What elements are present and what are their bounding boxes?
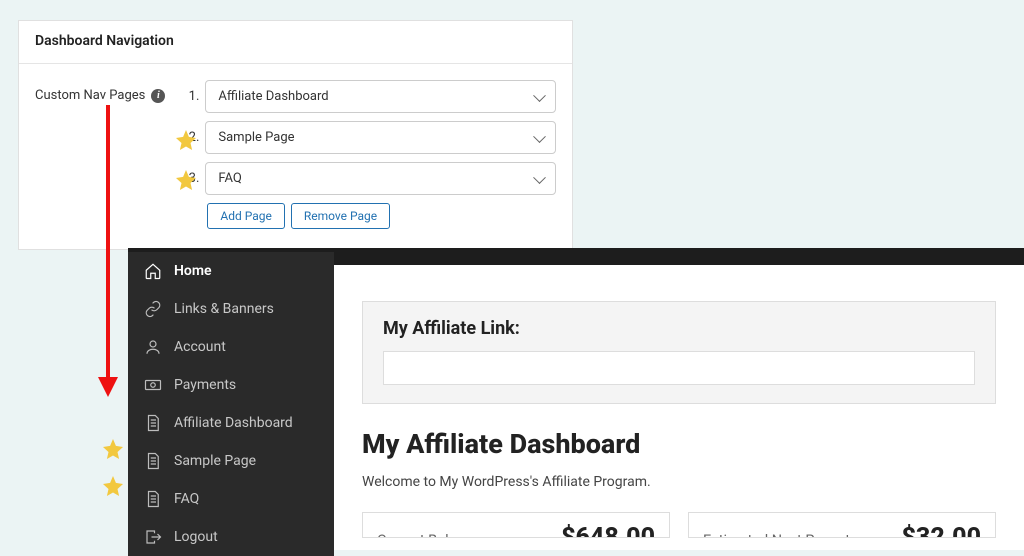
nav-row-3: 3. FAQ xyxy=(185,162,556,195)
sidebar-item-sample-page[interactable]: Sample Page xyxy=(128,442,334,480)
sidebar-item-links[interactable]: Links & Banners xyxy=(128,290,334,328)
panel-title: Dashboard Navigation xyxy=(19,21,572,64)
affiliate-link-input[interactable] xyxy=(383,351,975,385)
page-title: My Affiliate Dashboard xyxy=(362,428,996,460)
stat-row: Current Balance $648.00 Estimated Next P… xyxy=(362,512,996,538)
sidebar-item-label: Account xyxy=(174,339,226,355)
remove-page-button[interactable]: Remove Page xyxy=(291,203,390,229)
sidebar-item-payments[interactable]: Payments xyxy=(128,366,334,404)
field-label: Custom Nav Pages i xyxy=(35,80,165,103)
star-icon xyxy=(101,437,125,461)
nav-row-2: 2. Sample Page xyxy=(185,121,556,154)
sidebar-item-label: Home xyxy=(174,263,212,279)
sidebar-item-label: Logout xyxy=(174,529,218,545)
sidebar: Home Links & Banners Account Payments Af… xyxy=(128,252,334,556)
sidebar-item-label: Payments xyxy=(174,377,236,393)
info-icon[interactable]: i xyxy=(151,89,165,103)
home-icon xyxy=(144,262,162,280)
user-icon xyxy=(144,338,162,356)
row-btns: Add Page Remove Page xyxy=(207,203,556,229)
logout-icon xyxy=(144,528,162,546)
page-icon xyxy=(144,414,162,432)
add-page-button[interactable]: Add Page xyxy=(207,203,284,229)
arrow-icon xyxy=(98,105,128,400)
stat-next-payout: Estimated Next Payout $32.00 xyxy=(688,512,996,538)
sidebar-item-label: Links & Banners xyxy=(174,301,274,317)
link-icon xyxy=(144,300,162,318)
nav-row-1: 1. Affiliate Dashboard xyxy=(185,80,556,113)
star-icon xyxy=(174,168,198,192)
affiliate-link-card: My Affiliate Link: xyxy=(362,301,996,404)
sidebar-item-label: Affiliate Dashboard xyxy=(174,415,293,431)
card-title: My Affiliate Link: xyxy=(383,318,975,339)
page-icon xyxy=(144,452,162,470)
sidebar-item-label: FAQ xyxy=(174,491,199,507)
welcome-text: Welcome to My WordPress's Affiliate Prog… xyxy=(362,474,996,490)
page-icon xyxy=(144,490,162,508)
nav-select-2[interactable]: Sample Page xyxy=(205,121,556,154)
nav-select-3[interactable]: FAQ xyxy=(205,162,556,195)
sidebar-item-account[interactable]: Account xyxy=(128,328,334,366)
content: My Affiliate Link: My Affiliate Dashboar… xyxy=(334,265,1024,550)
sidebar-item-label: Sample Page xyxy=(174,453,256,469)
stat-current-balance: Current Balance $648.00 xyxy=(362,512,670,538)
nav-select-1[interactable]: Affiliate Dashboard xyxy=(205,80,556,113)
nav-rows: 1. Affiliate Dashboard 2. Sample Page 3.… xyxy=(185,80,556,229)
sidebar-item-home[interactable]: Home xyxy=(128,252,334,290)
star-icon xyxy=(101,474,125,498)
money-icon xyxy=(144,376,162,394)
star-icon xyxy=(174,128,198,152)
sidebar-item-affiliate-dashboard[interactable]: Affiliate Dashboard xyxy=(128,404,334,442)
sidebar-item-logout[interactable]: Logout xyxy=(128,518,334,556)
sidebar-item-faq[interactable]: FAQ xyxy=(128,480,334,518)
